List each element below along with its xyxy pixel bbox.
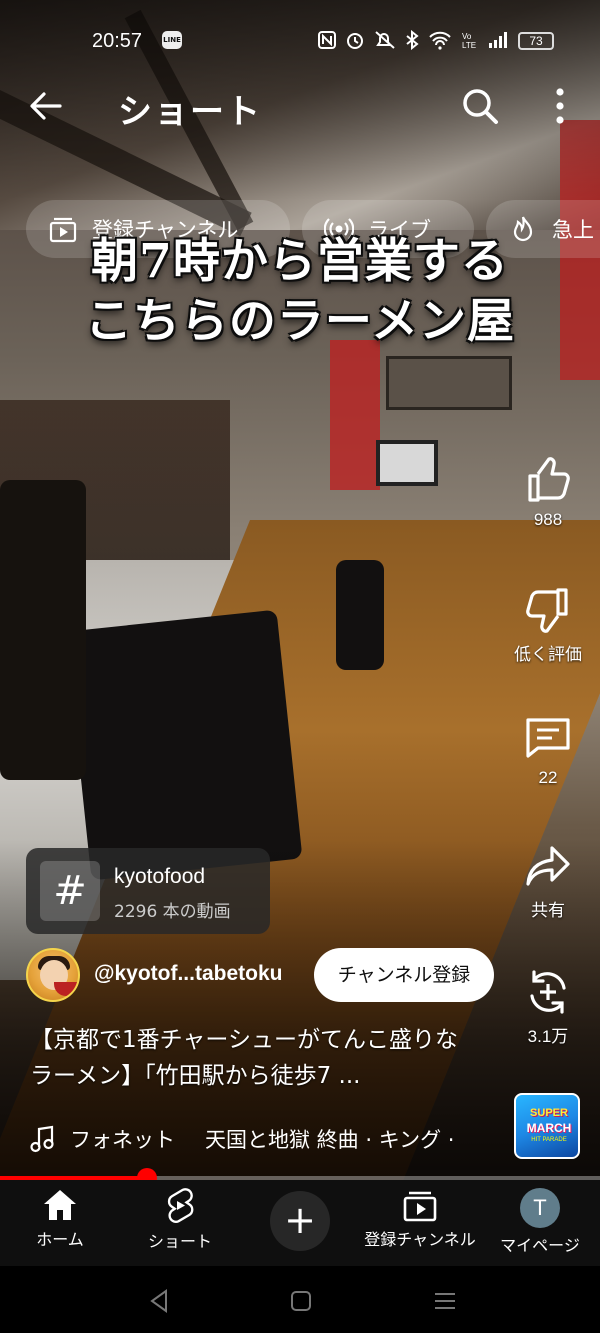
like-button[interactable]: 988 xyxy=(506,456,590,530)
caption-line: こちらのラーメン屋 xyxy=(84,294,516,349)
music-artist: フォネット xyxy=(70,1128,175,1152)
caption-line: 朝7時から営業する xyxy=(91,234,509,289)
video-scene-chair xyxy=(0,480,86,780)
mute-icon xyxy=(375,31,395,49)
user-avatar: T xyxy=(520,1188,560,1228)
share-icon xyxy=(526,846,570,886)
thumbs-down-icon xyxy=(526,588,568,633)
nfc-icon xyxy=(318,31,336,49)
page-title: ショート xyxy=(118,92,262,132)
svg-text:Vo: Vo xyxy=(462,32,472,41)
search-icon[interactable] xyxy=(460,86,500,126)
video-scene-chair xyxy=(336,560,384,670)
shorts-icon xyxy=(167,1188,194,1223)
comment-icon xyxy=(526,718,570,758)
remix-button[interactable]: 3.1万 xyxy=(506,968,590,1047)
nav-home[interactable]: ホーム xyxy=(20,1188,100,1250)
nav-shorts[interactable]: ショート xyxy=(138,1188,222,1252)
comments-button[interactable]: 22 xyxy=(506,714,590,788)
like-count: 988 xyxy=(533,510,563,529)
nav-me[interactable]: T マイページ xyxy=(494,1188,586,1256)
svg-text:LTE: LTE xyxy=(462,41,476,50)
share-label: 共有 xyxy=(531,901,565,920)
hashtag-icon: # xyxy=(40,861,100,921)
remix-icon xyxy=(530,970,566,1014)
status-icons: Vo LTE xyxy=(318,30,510,50)
back-arrow-icon[interactable] xyxy=(28,88,64,124)
channel-avatar[interactable] xyxy=(26,948,80,1002)
volte-icon: VoLTE xyxy=(462,32,476,50)
subscribe-button[interactable]: チャンネル登録 xyxy=(314,948,494,1002)
hashtag-video-count: 2296 本の動画 xyxy=(114,902,231,922)
line-notification-icon: LINE xyxy=(162,31,182,49)
plus-icon: + xyxy=(284,1198,316,1242)
dislike-label: 低く評価 xyxy=(514,645,582,664)
album-art-text: HIT PARADE xyxy=(531,1137,567,1143)
home-icon xyxy=(44,1190,76,1220)
video-scene-sign xyxy=(386,356,512,410)
video-caption: 朝7時から営業する こちらのラーメン屋 xyxy=(0,232,600,352)
comment-count: 22 xyxy=(538,768,558,787)
video-description[interactable]: 【京都で1番チャーシューがてんこ盛りなラーメン】「竹田駅から徒歩7 ... xyxy=(30,1022,480,1094)
music-note-icon xyxy=(30,1125,54,1153)
music-row[interactable]: フォネット 天国と地獄 終曲 · キング · xyxy=(30,1122,490,1156)
nav-label: ショート xyxy=(147,1232,212,1251)
alarm-icon xyxy=(347,33,363,49)
system-recents-icon[interactable] xyxy=(430,1286,460,1316)
music-track: 天国と地獄 終曲 · キング · xyxy=(205,1128,455,1152)
nav-label: 登録チャンネル xyxy=(364,1230,476,1249)
thumbs-up-icon xyxy=(528,457,570,502)
video-scene-monitor xyxy=(376,440,438,486)
share-button[interactable]: 共有 xyxy=(506,842,590,921)
album-art-text: SUPER xyxy=(530,1107,568,1119)
more-options-icon[interactable] xyxy=(548,86,572,126)
status-time: 20:57 xyxy=(92,30,143,52)
system-home-icon[interactable] xyxy=(286,1286,316,1316)
nav-label: ホーム xyxy=(36,1230,84,1249)
system-back-icon[interactable] xyxy=(144,1286,174,1316)
dislike-button[interactable]: 低く評価 xyxy=(506,586,590,665)
signal-icon xyxy=(489,32,507,48)
bluetooth-icon xyxy=(406,30,419,50)
album-art[interactable]: SUPER MARCH HIT PARADE xyxy=(514,1093,580,1159)
hashtag-name: kyotofood xyxy=(114,865,206,888)
album-art-text: MARCH xyxy=(526,1121,572,1135)
video-scene-red-banner xyxy=(330,340,380,490)
top-app-bar: ショート xyxy=(0,78,600,134)
nav-subscriptions[interactable]: 登録チャンネル xyxy=(358,1188,482,1250)
wifi-icon xyxy=(429,31,451,50)
create-button[interactable]: + xyxy=(270,1191,330,1251)
subscriptions-icon xyxy=(403,1191,437,1222)
battery-indicator: 73 xyxy=(518,32,554,50)
nav-label: マイページ xyxy=(500,1236,580,1255)
remix-count: 3.1万 xyxy=(527,1027,569,1046)
system-navigation-bar xyxy=(0,1266,600,1333)
status-bar: 20:57 LINE Vo LTE 73 xyxy=(0,22,600,60)
hashtag-card[interactable]: # kyotofood 2296 本の動画 xyxy=(26,848,270,934)
channel-handle[interactable]: @kyotof...tabetoku xyxy=(94,962,283,986)
